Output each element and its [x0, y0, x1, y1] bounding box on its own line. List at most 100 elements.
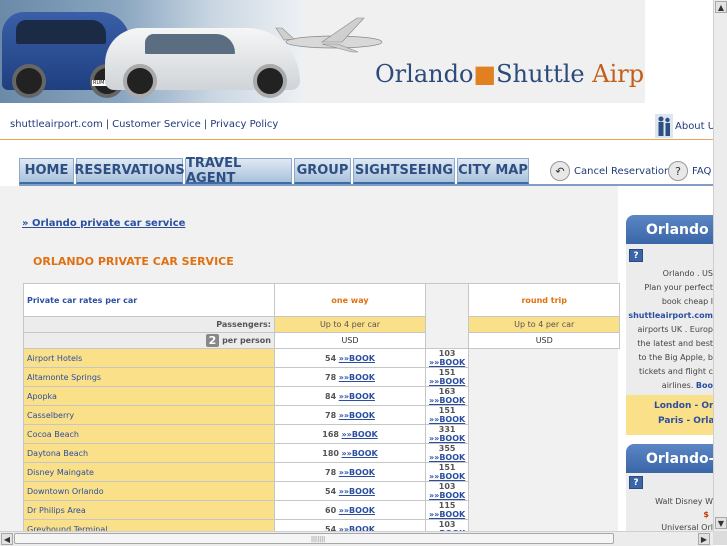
per-person-label: per person [222, 336, 271, 345]
oneway-price: 78 [325, 467, 337, 477]
horizontal-scrollbar[interactable]: ◀ ||||||| ▶ [0, 531, 713, 546]
oneway-price: 84 [325, 391, 337, 401]
book-roundtrip-button[interactable]: »»BOOK [429, 415, 465, 424]
oneway-price-cell: 54 »»BOOK [274, 481, 426, 501]
per-person-icon: 2 [205, 334, 220, 347]
currency-roundtrip: USD [468, 332, 621, 349]
tab-reservations[interactable]: RESERVATIONS [74, 158, 185, 184]
sidebar-text-1: Orlando . US Plan your perfect book chea… [628, 267, 713, 393]
roundtrip-price-cell: 151 »»BOOK [424, 405, 470, 425]
book-oneway-button[interactable]: »»BOOK [339, 487, 375, 496]
home-link[interactable]: shuttleairport.com [10, 119, 103, 130]
oneway-price-cell: 84 »»BOOK [274, 386, 426, 406]
sidebar-heading-2: Orlando-D [626, 444, 727, 473]
book-roundtrip-button[interactable]: »»BOOK [429, 453, 465, 462]
roundtrip-price: 103 [438, 520, 456, 529]
roundtrip-price-cell: 151 »»BOOK [424, 462, 470, 482]
passengers-oneway: Up to 4 per car [274, 316, 426, 333]
location-cell: Dr Philips Area [23, 500, 275, 520]
scroll-down-button[interactable]: ▼ [715, 517, 727, 529]
tab-sightseeing[interactable]: SIGHTSEEING [353, 158, 455, 184]
roundtrip-price: 163 [438, 387, 456, 396]
faq-link[interactable]: ? FAQ [668, 158, 711, 184]
location-cell: Apopka [23, 386, 275, 406]
book-oneway-button[interactable]: »»BOOK [339, 411, 375, 420]
undo-icon: ↶ [550, 161, 570, 181]
roundtrip-price: 115 [438, 501, 456, 510]
table-row: Daytona Beach 180 »»BOOK 355 »»BOOK [23, 443, 620, 463]
table-row: Cocoa Beach 168 »»BOOK 331 »»BOOK [23, 424, 620, 444]
cancel-reservation-link[interactable]: ↶ Cancel Reservation [550, 158, 670, 184]
oneway-price: 168 [322, 429, 339, 439]
cancel-reservation-label: Cancel Reservation [574, 165, 671, 177]
sidebar-line: Walt Disney W [655, 497, 713, 506]
roundtrip-price: 151 [438, 406, 456, 415]
breadcrumb[interactable]: » Orlando private car service [22, 218, 185, 229]
scroll-corner [713, 531, 727, 545]
scroll-thumb[interactable]: ||||||| [14, 533, 614, 544]
tab-city-map[interactable]: CITY MAP [457, 158, 529, 184]
book-roundtrip-button[interactable]: »»BOOK [429, 358, 465, 367]
roundtrip-price-cell: 151 »»BOOK [424, 367, 470, 387]
rates-table: Private car rates per car one way round … [23, 283, 621, 539]
airplane-icon [275, 17, 383, 53]
passengers-label: Passengers: [23, 316, 275, 333]
book-roundtrip-button[interactable]: »»BOOK [429, 377, 465, 386]
logo-orlando: Orlando [375, 60, 474, 88]
location-cell: Daytona Beach [23, 443, 275, 463]
rate-rows: Airport Hotels 54 »»BOOK 103 »»BOOK Altamon… [23, 348, 620, 539]
scroll-right-button[interactable]: ▶ [698, 533, 710, 545]
sidebar-link[interactable]: shuttleairport.com [628, 311, 713, 320]
book-roundtrip-button[interactable]: »»BOOK [429, 472, 465, 481]
scroll-left-button[interactable]: ◀ [1, 533, 13, 545]
book-roundtrip-button[interactable]: »»BOOK [429, 510, 465, 519]
oneway-price-cell: 54 »»BOOK [274, 348, 426, 368]
per-person-cell: 2 per person [23, 332, 275, 349]
sidebar-price: $ [703, 510, 709, 519]
book-oneway-button[interactable]: »»BOOK [342, 449, 378, 458]
book-oneway-button[interactable]: »»BOOK [342, 430, 378, 439]
vertical-scrollbar[interactable]: ▲ ▼ [713, 0, 727, 531]
separator: | [203, 119, 208, 130]
table-row: Dr Philips Area 60 »»BOOK 115 »»BOOK [23, 500, 620, 520]
roundtrip-price-cell: 115 »»BOOK [424, 500, 470, 520]
sidebar-line: Plan your perfect [644, 283, 713, 292]
book-oneway-button[interactable]: »»BOOK [339, 354, 375, 363]
about-us-link[interactable]: About Us [655, 114, 720, 138]
sidebar-routes: London - Orla Paris - Orlan [626, 395, 727, 435]
page-title: ORLANDO PRIVATE CAR SERVICE [33, 255, 234, 268]
roundtrip-price: 151 [438, 368, 456, 377]
oneway-price: 54 [325, 486, 337, 496]
table-row: Altamonte Springs 78 »»BOOK 151 »»BOOK [23, 367, 620, 387]
book-roundtrip-button[interactable]: »»BOOK [429, 396, 465, 405]
scroll-grip: ||||||| [311, 536, 326, 543]
book-roundtrip-button[interactable]: »»BOOK [429, 491, 465, 500]
book-oneway-button[interactable]: »»BOOK [339, 506, 375, 515]
sidebar-line: to the Big Apple, b [638, 353, 713, 362]
route-paris[interactable]: Paris - Orlan [658, 416, 721, 426]
roundtrip-price: 331 [438, 425, 456, 434]
tab-travel-agent[interactable]: TRAVEL AGENT [185, 156, 292, 186]
help-icon[interactable]: ? [629, 476, 643, 489]
tab-home[interactable]: HOME [19, 158, 74, 184]
scroll-up-button[interactable]: ▲ [715, 1, 727, 13]
table-row: Downtown Orlando 54 »»BOOK 103 »»BOOK [23, 481, 620, 501]
sidebar-line: book cheap l [661, 297, 713, 306]
tab-group[interactable]: GROUP [294, 158, 351, 184]
oneway-price-cell: 60 »»BOOK [274, 500, 426, 520]
book-oneway-button[interactable]: »»BOOK [339, 373, 375, 382]
privacy-policy-link[interactable]: Privacy Policy [210, 119, 278, 130]
customer-service-link[interactable]: Customer Service [112, 119, 201, 130]
book-oneway-button[interactable]: »»BOOK [339, 392, 375, 401]
book-roundtrip-button[interactable]: »»BOOK [429, 434, 465, 443]
location-cell: Disney Maingate [23, 462, 275, 482]
sidebar-book-link[interactable]: Boo [696, 381, 713, 390]
book-oneway-button[interactable]: »»BOOK [339, 468, 375, 477]
site-logo[interactable]: Orlando■Shuttle Airport [375, 60, 645, 88]
help-icon[interactable]: ? [629, 249, 643, 262]
col-header-roundtrip: round trip [468, 283, 621, 317]
roundtrip-price-cell: 331 »»BOOK [424, 424, 470, 444]
roundtrip-price: 103 [438, 349, 456, 358]
logo-dot: ■ [473, 60, 497, 88]
oneway-price-cell: 168 »»BOOK [274, 424, 426, 444]
